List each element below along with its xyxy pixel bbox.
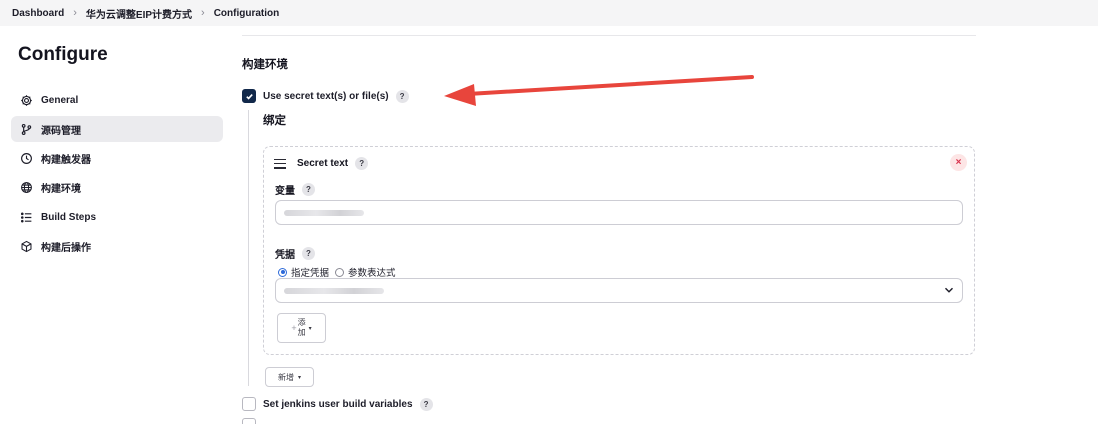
radio-parameter-expression[interactable]: [335, 267, 345, 277]
credentials-select[interactable]: [275, 278, 963, 303]
credentials-label: 凭据: [275, 250, 295, 261]
remove-binding-button[interactable]: ×: [950, 154, 967, 171]
chevron-right-icon: ›: [73, 7, 77, 19]
help-icon[interactable]: ?: [355, 157, 369, 170]
breadcrumb-dashboard[interactable]: Dashboard: [12, 8, 64, 19]
radio-param-label: 参数表达式: [348, 268, 396, 279]
section-indent-line: [248, 110, 249, 386]
breadcrumb-job[interactable]: 华为云调整EIP计费方式: [86, 6, 192, 21]
globe-icon: [19, 181, 33, 195]
caret-down-icon: ▾: [308, 325, 312, 332]
help-icon[interactable]: ?: [302, 183, 315, 196]
sidebar-item-label: 构建触发器: [41, 155, 91, 167]
sidebar-item-general[interactable]: General: [11, 87, 223, 113]
radio-specific-label: 指定凭据: [291, 268, 330, 279]
redacted-value: [284, 210, 364, 216]
help-icon[interactable]: ?: [395, 89, 409, 103]
sidebar-item-label: 构建后操作: [41, 242, 91, 254]
sidebar-item-scm[interactable]: 源码管理: [11, 116, 223, 143]
jenkins-vars-row: Set jenkins user build variables ?: [242, 397, 433, 411]
variable-label: 变量: [275, 186, 295, 197]
section-title-environment: 构建环境: [242, 59, 288, 71]
jenkins-vars-label: Set jenkins user build variables: [263, 398, 413, 410]
variable-input[interactable]: [275, 200, 963, 225]
drag-handle-icon[interactable]: [274, 158, 286, 169]
sidebar-item-post-build[interactable]: 构建后操作: [11, 233, 223, 259]
variable-label-row: 变量 ?: [275, 182, 315, 197]
sidebar-item-environment[interactable]: 构建环境: [11, 175, 223, 201]
check-icon: [245, 93, 253, 100]
next-option-row: [242, 418, 263, 424]
next-option-checkbox[interactable]: [242, 418, 256, 424]
branch-icon: [19, 122, 33, 136]
page-title: Configure: [18, 44, 108, 65]
sidebar-item-label: 构建环境: [41, 184, 81, 196]
binding-header: Secret text ?: [274, 157, 369, 170]
sidebar-item-label: Build Steps: [41, 211, 97, 223]
sidebar-item-label: 源码管理: [41, 125, 81, 137]
chevron-down-icon: [944, 287, 954, 293]
redacted-value: [284, 288, 384, 294]
add-binding-button[interactable]: 新增 ▾: [265, 367, 314, 387]
add-credentials-button[interactable]: + 添 加 ▾: [277, 313, 326, 343]
add-binding-label: 新增: [277, 372, 294, 382]
add-button-line2: 加: [297, 328, 306, 337]
sidebar-item-build-steps[interactable]: Build Steps: [11, 204, 223, 230]
sidebar-item-triggers[interactable]: 构建触发器: [11, 146, 223, 172]
credentials-mode-radios: 指定凭据 参数表达式: [278, 265, 396, 279]
add-button-line1: 添: [297, 318, 306, 327]
plus-icon: +: [291, 323, 297, 333]
list-icon: [19, 210, 33, 224]
cube-icon: [19, 239, 33, 253]
use-secret-checkbox[interactable]: [242, 89, 256, 103]
divider: [242, 35, 976, 36]
breadcrumb-configuration[interactable]: Configuration: [214, 8, 280, 19]
add-button-label: 添 加: [298, 318, 306, 338]
use-secret-label: Use secret text(s) or file(s): [263, 90, 389, 102]
breadcrumb: Dashboard › 华为云调整EIP计费方式 › Configuration: [0, 0, 1098, 26]
secret-text-binding: Secret text ? × 变量 ? 凭据 ? 指定凭据 参数表达式 + 添…: [263, 146, 975, 355]
sidebar-item-label: General: [41, 94, 79, 106]
help-icon[interactable]: ?: [419, 397, 433, 411]
gear-icon: [19, 93, 33, 107]
bindings-title: 绑定: [263, 115, 286, 127]
sidebar-nav: General 源码管理 构建触发器 构建环境 Build Steps 构建后操…: [11, 87, 223, 263]
use-secret-row: Use secret text(s) or file(s) ?: [242, 89, 409, 103]
clock-icon: [19, 152, 33, 166]
binding-title: Secret text: [297, 158, 349, 169]
credentials-label-row: 凭据 ?: [275, 246, 315, 261]
jenkins-vars-checkbox[interactable]: [242, 397, 256, 411]
caret-down-icon: ▾: [297, 374, 301, 381]
help-icon[interactable]: ?: [302, 247, 315, 260]
chevron-right-icon: ›: [201, 7, 205, 19]
radio-specific-credentials[interactable]: [278, 267, 287, 277]
